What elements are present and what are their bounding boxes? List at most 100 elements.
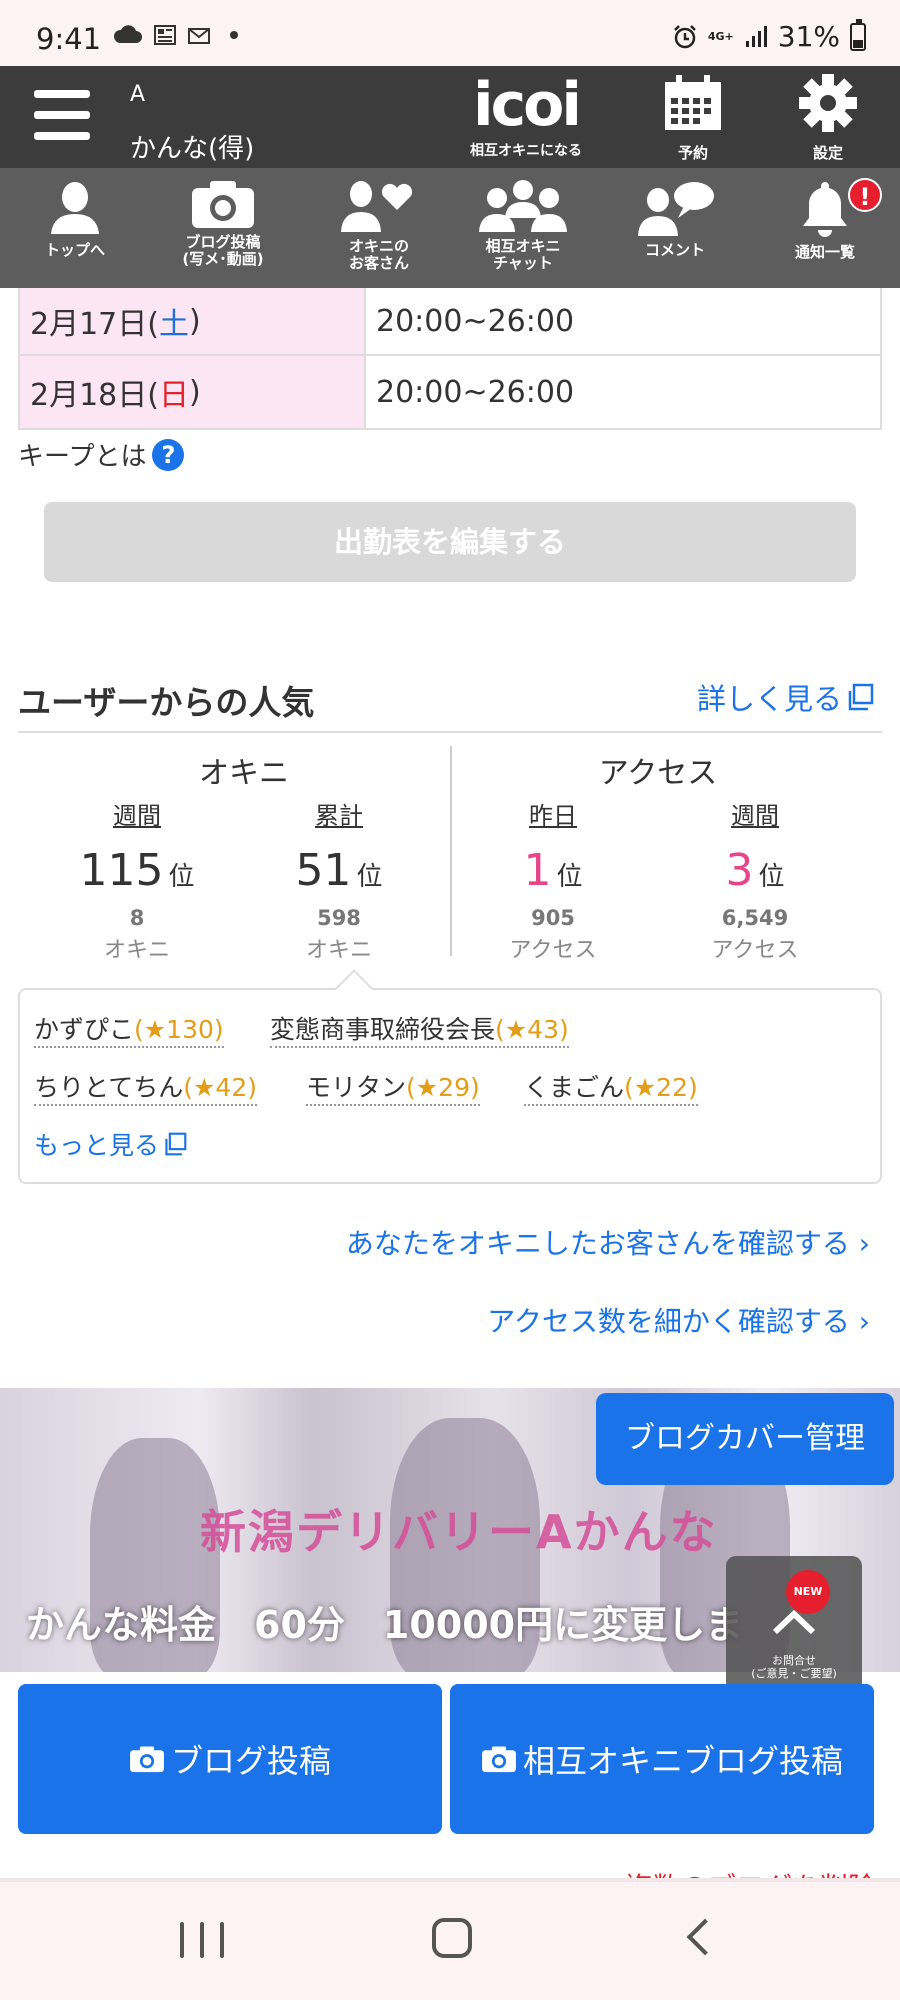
nav-top-label: トップへ: [44, 241, 105, 259]
signal-icon: [745, 25, 767, 47]
mutual-blog-post-button[interactable]: 相互オキニブログ投稿: [450, 1684, 874, 1834]
rank-count-label: オキニ: [103, 938, 170, 963]
rank-yesterday-access: 昨日 1 位 905 アクセス: [478, 796, 628, 964]
comment-icon: [638, 182, 714, 236]
fan-link[interactable]: 変態商事取締役会長(★43): [270, 1010, 569, 1048]
calendar-icon: [665, 75, 721, 130]
camera-icon: [130, 1746, 164, 1773]
settings-label: 設定: [812, 144, 843, 162]
rank-count: 6,549: [721, 906, 789, 930]
check-access-link[interactable]: アクセス数を細かく確認する ›: [487, 1300, 870, 1340]
schedule-time: 20:00~26:00: [376, 374, 575, 410]
fan-stars: (★42): [183, 1073, 257, 1102]
keep-label: キープとは: [18, 442, 147, 472]
date-text: 2月18日(: [30, 378, 159, 413]
date-suffix: ): [188, 303, 201, 339]
rank-number: 51: [295, 845, 352, 896]
reserve-button[interactable]: 予約: [647, 72, 739, 164]
reserve-label: 予約: [677, 144, 708, 162]
battery-icon: [850, 18, 866, 51]
divider: [450, 746, 452, 956]
app-header: A かんな(得) icoi 相互オキニになる 予約 設定: [0, 66, 900, 168]
back-button[interactable]: [686, 1918, 724, 1956]
network-type: 4G+: [707, 29, 734, 43]
fan-name: ちりとてちん: [34, 1073, 184, 1102]
blog-cover-manage-button[interactable]: ブログカバー管理: [596, 1393, 894, 1485]
blog-post-button[interactable]: ブログ投稿: [18, 1684, 442, 1834]
fan-name: かずぴこ: [34, 1015, 135, 1044]
nav-comment[interactable]: コメント: [610, 178, 740, 282]
rank-unit: 位: [356, 862, 383, 892]
rank-total-okini: 累計 51 位 598 オキニ: [264, 796, 414, 964]
schedule-row: 2月17日(土) 20:00~26:00: [20, 288, 880, 356]
popularity-more-link[interactable]: 詳しく見る: [697, 676, 874, 718]
camera-icon: [482, 1746, 516, 1773]
status-time: 9:41: [36, 22, 102, 56]
menu-icon[interactable]: [34, 90, 90, 140]
logo-button[interactable]: icoi 相互オキニになる: [444, 72, 608, 164]
header-user-name: かんな(得): [130, 134, 255, 164]
group-icon: [479, 180, 567, 232]
chevron-right-icon: ›: [858, 1227, 870, 1260]
status-icons: [112, 24, 238, 46]
camera-icon: [192, 181, 254, 228]
mutual-blog-post-label: 相互オキニブログ投稿: [522, 1742, 843, 1780]
rank-period: 週間: [731, 802, 779, 830]
nav-blog-post[interactable]: ブログ投稿 (写メ･動画): [158, 178, 288, 282]
rank-number: 3: [725, 845, 754, 896]
home-button[interactable]: [432, 1918, 472, 1958]
contact-label: お問合せ (ご意見・ご要望): [751, 1654, 837, 1680]
fan-link[interactable]: かずぴこ(★130): [34, 1010, 224, 1048]
rank-unit: 位: [168, 862, 195, 892]
fan-stars: (★130): [134, 1015, 224, 1044]
rank-count-label: アクセス: [711, 938, 799, 963]
nav-notifications[interactable]: 通知一覧 !: [760, 178, 890, 282]
check-okini-customers-link[interactable]: あなたをオキニしたお客さんを確認する ›: [346, 1222, 870, 1262]
recents-button[interactable]: [180, 1922, 224, 1958]
fans-more-label: もっと見る: [34, 1131, 160, 1160]
nav-mutual-chat-label: 相互オキニ チャット: [485, 237, 561, 272]
day-of-week: 土: [158, 307, 189, 342]
keep-help-link[interactable]: キープとは ?: [18, 436, 185, 473]
nav-comment-label: コメント: [644, 241, 705, 259]
status-right: 4G+ 31%: [672, 18, 866, 53]
rank-count-label: オキニ: [305, 938, 372, 963]
fans-more-link[interactable]: もっと見る: [34, 1126, 187, 1162]
scroll-top-button[interactable]: NEW お問合せ (ご意見・ご要望): [726, 1556, 862, 1692]
chevron-up-icon: [772, 1609, 816, 1635]
schedule-table: 2月17日(土) 20:00~26:00 2月18日(日) 20:00~26:0…: [18, 288, 882, 430]
status-bar: 9:41 4G+ 31%: [0, 0, 900, 66]
check-okini-label: あなたをオキニしたお客さんを確認する: [345, 1227, 850, 1260]
fan-link[interactable]: くまごん(★22): [524, 1068, 698, 1106]
nav-notifications-label: 通知一覧: [794, 243, 855, 261]
schedule-date: 2月18日(日): [20, 356, 366, 428]
nav-blog-post-label: ブログ投稿 (写メ･動画): [182, 233, 264, 268]
blog-post-label: ブログ投稿: [170, 1742, 331, 1780]
rank-weekly-okini: 週間 115 位 8 オキニ: [62, 796, 212, 964]
header-small-label: A: [130, 82, 146, 107]
nav-favorite-customers[interactable]: オキニの お客さん: [314, 178, 444, 282]
banner-caption: かんな料金 60分 10000円に変更しま: [26, 1603, 744, 1647]
rank-count-label: アクセス: [509, 938, 597, 963]
fan-name: 変態商事取締役会長: [270, 1015, 496, 1044]
fan-link[interactable]: モリタン(★29): [306, 1068, 480, 1106]
alarm-icon: [673, 24, 696, 48]
nav-top[interactable]: トップへ: [10, 178, 140, 282]
notification-badge: !: [848, 178, 882, 212]
help-icon[interactable]: ?: [152, 438, 185, 471]
nav-mutual-chat[interactable]: 相互オキニ チャット: [458, 178, 588, 282]
fan-link[interactable]: ちりとてちん(★42): [34, 1068, 257, 1106]
check-access-label: アクセス数を細かく確認する: [487, 1305, 850, 1338]
settings-button[interactable]: 設定: [782, 72, 874, 164]
system-navigation-bar: [0, 1878, 900, 2000]
access-group-label: アクセス: [598, 756, 718, 791]
mail-icon: [188, 28, 210, 44]
fan-stars: (★29): [406, 1073, 480, 1102]
external-window-icon: [848, 683, 874, 711]
cloud-icon: [113, 25, 142, 43]
rank-weekly-access: 週間 3 位 6,549 アクセス: [680, 796, 830, 964]
rank-unit: 位: [758, 862, 785, 892]
fan-stars: (★22): [624, 1073, 698, 1102]
divider: [18, 731, 882, 733]
edit-schedule-button[interactable]: 出勤表を編集する: [44, 502, 856, 582]
